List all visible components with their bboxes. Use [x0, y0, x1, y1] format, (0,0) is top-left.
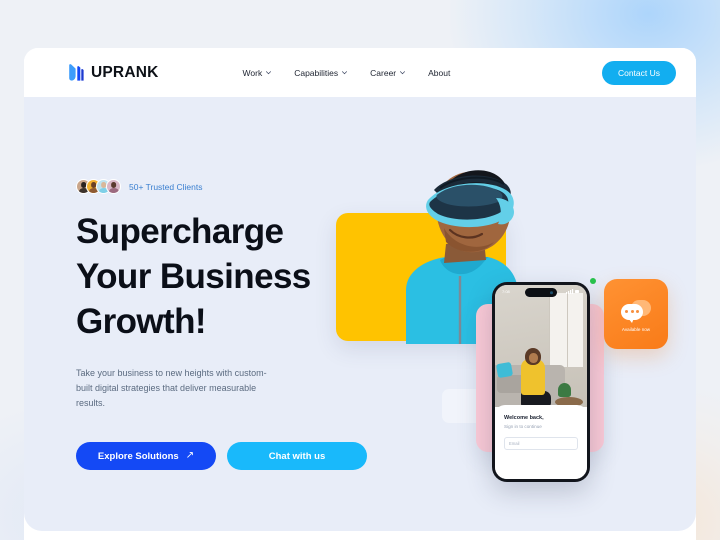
nav-item-about[interactable]: About: [428, 68, 450, 78]
headline-line-2: Your Business: [76, 256, 311, 296]
phone-welcome-title: Welcome back,: [504, 415, 544, 421]
chat-with-us-button[interactable]: Chat with us: [227, 442, 367, 471]
phone-signin-sheet: Welcome back, Sign in to continue Email: [495, 405, 587, 479]
phone-screen: 7:08 Welcome back, Sign in to continue E…: [495, 285, 587, 479]
explore-solutions-label: Explore Solutions: [97, 450, 179, 462]
explore-solutions-button[interactable]: Explore Solutions ↗: [76, 442, 216, 471]
trusted-clients-label: 50+ Trusted Clients: [129, 181, 203, 192]
hero-copy: 50+ Trusted Clients Supercharge Your Bus…: [76, 179, 376, 471]
main-navigation: Work Capabilities Career About: [243, 68, 451, 78]
logo[interactable]: UPRANK: [68, 63, 159, 82]
nav-item-capabilities[interactable]: Capabilities: [294, 68, 348, 78]
nav-item-work[interactable]: Work: [243, 68, 273, 78]
logo-text: UPRANK: [91, 63, 159, 81]
chevron-down-icon: [341, 68, 348, 78]
arrow-up-right-icon: ↗: [185, 450, 195, 462]
nav-item-work-label: Work: [242, 67, 263, 78]
phone-status-icons: [566, 288, 580, 295]
site-header: UPRANK Work Capabilities Career About Co…: [24, 48, 696, 97]
page-title: Supercharge Your Business Growth!: [76, 210, 376, 344]
headline-line-3: Growth!: [76, 301, 207, 341]
window-decor: [549, 293, 583, 367]
nav-item-career-label: Career: [370, 67, 397, 78]
avatar: [106, 179, 121, 194]
available-now-card[interactable]: Available now: [604, 279, 668, 349]
page-canvas: UPRANK Work Capabilities Career About Co…: [24, 48, 696, 540]
phone-status-time: 7:08: [502, 289, 510, 294]
uprank-bars-logo-icon: [68, 63, 85, 82]
hero-subtext: Take your business to new heights with c…: [76, 368, 267, 408]
chat-bubbles-icon: [621, 299, 651, 323]
status-dot-online: [590, 278, 596, 284]
nav-item-about-label: About: [428, 67, 451, 78]
trusted-clients: 50+ Trusted Clients: [76, 179, 376, 194]
nav-item-career[interactable]: Career: [370, 68, 406, 78]
available-now-label: Available now: [621, 326, 651, 332]
person-head-decor: [525, 348, 541, 365]
hero-cta-row: Explore Solutions ↗ Chat with us: [76, 442, 376, 471]
plant-decor: [558, 383, 571, 397]
phone-welcome-subtitle: Sign in to continue: [504, 424, 542, 429]
phone-mockup: 7:08 Welcome back, Sign in to continue E…: [492, 282, 590, 482]
chevron-down-icon: [265, 68, 272, 78]
phone-email-placeholder: Email: [509, 441, 520, 446]
nav-item-capabilities-label: Capabilities: [294, 67, 339, 78]
pillow-decor: [495, 361, 514, 379]
clients-section: Some of Our Client: [24, 531, 696, 540]
phone-email-field[interactable]: Email: [504, 437, 578, 450]
contact-us-button[interactable]: Contact Us: [601, 60, 676, 85]
headline-line-1: Supercharge: [76, 212, 284, 251]
phone-notch: [525, 288, 557, 297]
chevron-down-icon: [399, 68, 406, 78]
avatar-group: [76, 179, 121, 194]
hero-section: 50+ Trusted Clients Supercharge Your Bus…: [24, 97, 696, 531]
phone-hero-photo: [495, 285, 587, 407]
